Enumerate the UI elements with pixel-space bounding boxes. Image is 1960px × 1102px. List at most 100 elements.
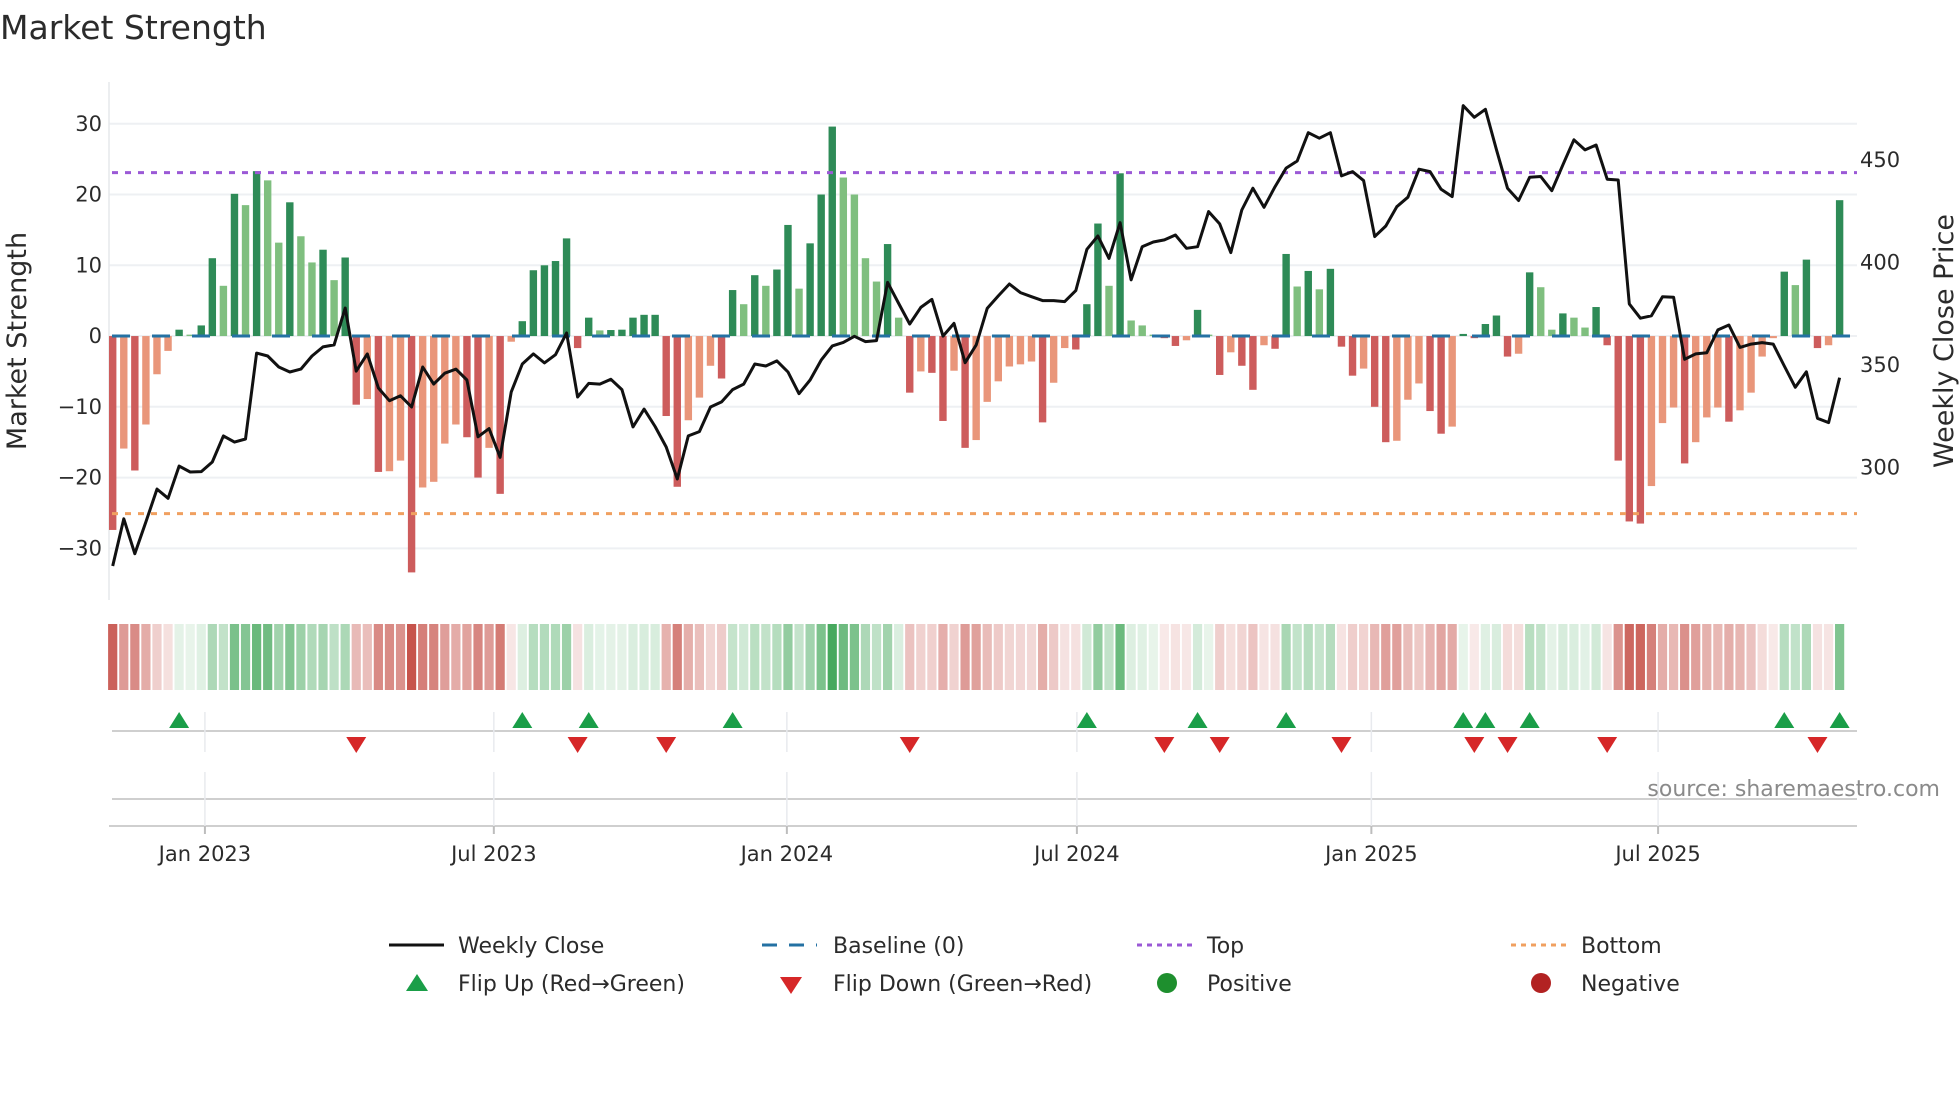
strength-bar xyxy=(562,238,571,337)
strength-bar xyxy=(1636,336,1645,524)
strength-bar xyxy=(120,336,128,449)
heatmap-cell xyxy=(1181,624,1192,690)
strength-bar xyxy=(1426,336,1434,412)
heatmap-cell xyxy=(683,624,693,690)
legend-item-flip-up[interactable]: Flip Up (Red→Green) xyxy=(406,972,685,997)
strength-bar xyxy=(1581,327,1589,337)
flip-down-marker xyxy=(1597,737,1618,753)
heatmap-cell xyxy=(1835,624,1845,690)
strength-bar xyxy=(275,242,283,337)
heatmap-cell xyxy=(1403,624,1413,690)
strength-bar xyxy=(1038,336,1047,423)
heatmap-cell xyxy=(1104,624,1114,690)
heatmap-cell xyxy=(816,624,826,690)
heatmap-cell xyxy=(761,624,771,690)
heatmap-cell xyxy=(384,624,395,690)
strength-bar xyxy=(640,314,648,337)
flip-marker-panel xyxy=(109,730,1857,827)
heatmap-cell xyxy=(883,624,893,690)
legend-item-negative[interactable]: Negative xyxy=(1531,972,1680,997)
flip-down-marker xyxy=(899,737,920,753)
heatmap-cell xyxy=(1270,624,1280,690)
heatmap-cell xyxy=(705,624,716,690)
legend-item-positive[interactable]: Positive xyxy=(1157,972,1292,997)
left-y-ticks: 30 20 10 0 −10 −20 −30 xyxy=(58,112,102,561)
legend-label: Flip Down (Green→Red) xyxy=(833,972,1092,997)
legend-item-weekly-close[interactable]: Weekly Close xyxy=(389,934,604,959)
strength-bar xyxy=(684,336,693,421)
strength-bar xyxy=(706,336,715,366)
heatmap-cell xyxy=(506,624,516,690)
y-tick-label: −10 xyxy=(58,395,102,419)
strength-bar xyxy=(662,336,670,417)
heatmap-cell xyxy=(838,624,848,690)
strength-bar xyxy=(1304,270,1312,337)
legend-item-baseline[interactable]: Baseline (0) xyxy=(762,934,964,959)
strength-bar xyxy=(1171,336,1180,346)
heatmap-cell xyxy=(1126,624,1136,690)
heatmap-cell xyxy=(694,624,705,690)
heatmap-cell xyxy=(1381,624,1391,690)
strength-bar xyxy=(1016,336,1025,365)
y2-tick-label: 350 xyxy=(1860,353,1900,377)
strength-bar xyxy=(1625,336,1633,522)
y-tick-label: 0 xyxy=(89,324,102,348)
strength-bar xyxy=(1503,336,1512,357)
strength-bar xyxy=(407,336,416,573)
strength-bar xyxy=(994,336,1002,382)
strength-bar xyxy=(1348,336,1357,376)
heatmap-cell xyxy=(429,624,439,690)
strength-bar xyxy=(540,265,549,337)
strength-bar xyxy=(1083,304,1091,337)
strength-bar xyxy=(175,329,183,337)
strength-bar xyxy=(230,193,239,337)
heatmap-cell xyxy=(1691,624,1701,690)
flip-up-marker xyxy=(722,712,743,728)
strength-bar xyxy=(1216,336,1224,375)
strength-bar xyxy=(1404,336,1412,400)
flip-up-marker xyxy=(578,712,599,728)
strength-bar xyxy=(241,205,250,337)
flip-up-marker xyxy=(512,712,533,728)
heatmap-cell xyxy=(1347,624,1358,690)
flip-up-marker xyxy=(1453,712,1474,728)
strength-bar xyxy=(1669,336,1678,408)
heatmap-cell xyxy=(827,624,837,690)
heatmap-cell xyxy=(307,624,317,690)
heatmap-cell xyxy=(329,624,339,690)
strength-bar xyxy=(795,288,803,337)
heatmap-cell xyxy=(894,624,904,690)
strength-bar xyxy=(839,177,848,337)
heatmap-cell xyxy=(1204,624,1214,690)
heatmap-cell xyxy=(163,624,173,690)
strength-bar xyxy=(1138,325,1146,337)
legend-item-bottom[interactable]: Bottom xyxy=(1511,934,1662,959)
heatmap-cell xyxy=(871,624,882,690)
strength-bar xyxy=(1359,336,1368,369)
heatmap-cell xyxy=(406,624,417,690)
legend-item-top[interactable]: Top xyxy=(1137,934,1244,959)
strength-bar xyxy=(751,275,759,337)
heatmap-cell xyxy=(1646,624,1657,690)
strength-bar xyxy=(1559,313,1567,337)
heatmap-cell xyxy=(362,624,372,690)
strength-bar xyxy=(1415,336,1423,384)
strength-bar xyxy=(983,336,991,402)
strength-bar xyxy=(551,261,560,337)
strength-bar xyxy=(452,336,460,425)
strength-bar xyxy=(297,236,305,337)
strength-bar xyxy=(850,194,859,337)
heatmap-cell xyxy=(1303,624,1313,690)
legend-label: Top xyxy=(1206,934,1244,959)
heatmap-cell xyxy=(1071,624,1081,690)
heatmap-cell xyxy=(1735,624,1745,690)
strength-bar xyxy=(1116,173,1124,337)
heatmap-cell xyxy=(1469,624,1479,690)
y2-tick-label: 400 xyxy=(1860,250,1900,274)
heatmap-cell xyxy=(860,624,871,690)
heatmap-cell xyxy=(240,624,251,690)
heatmap-cell xyxy=(285,624,295,690)
heatmap-cell xyxy=(1447,624,1457,690)
legend-item-flip-down[interactable]: Flip Down (Green→Red) xyxy=(780,972,1092,997)
strength-bar xyxy=(1105,285,1113,337)
